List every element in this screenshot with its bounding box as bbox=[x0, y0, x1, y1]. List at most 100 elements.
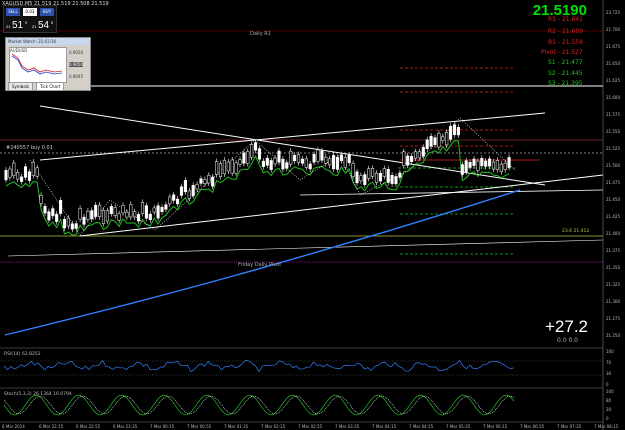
market-watch-title[interactable]: Market Watch: 21:03:16 bbox=[6, 38, 90, 45]
candle-body bbox=[312, 154, 316, 163]
order-label: #240557 buy 0.01 bbox=[6, 145, 53, 151]
x-tick-label: 6 Mar 22:15 bbox=[39, 424, 64, 429]
mini-price-1: 0.9050 bbox=[69, 50, 83, 55]
x-tick-label: 7 Mar 06:55 bbox=[520, 424, 545, 429]
candle-body bbox=[472, 158, 476, 166]
candle-body bbox=[51, 208, 55, 217]
x-tick-label: 7 Mar 03:35 bbox=[335, 424, 360, 429]
y-tick-label: 21.600 bbox=[606, 95, 620, 100]
candle-body bbox=[211, 176, 215, 187]
candle-body bbox=[179, 186, 184, 196]
candle-body bbox=[12, 162, 16, 177]
candle-body bbox=[257, 148, 262, 160]
candle-body bbox=[74, 223, 78, 229]
candle-body bbox=[172, 194, 176, 201]
candle-body bbox=[390, 174, 394, 184]
candle-body bbox=[277, 150, 281, 163]
buy-button[interactable]: BUY bbox=[40, 8, 54, 16]
candle-body bbox=[468, 161, 472, 168]
candle-body bbox=[82, 216, 86, 225]
candle-body bbox=[121, 205, 125, 214]
candle-body bbox=[308, 163, 312, 170]
candle-body bbox=[410, 155, 414, 162]
profit-sub: 0.0 0.0 bbox=[557, 337, 578, 344]
candle-body bbox=[304, 158, 308, 168]
y-tick-label: 21.675 bbox=[606, 44, 620, 49]
candle-body bbox=[476, 160, 480, 171]
candle-body bbox=[8, 168, 12, 178]
tab-symbols[interactable]: Symbols bbox=[8, 82, 33, 91]
candle-body bbox=[289, 150, 293, 165]
candle-body bbox=[16, 172, 20, 180]
candle-body bbox=[101, 209, 106, 224]
y-tick-label: 21.475 bbox=[606, 180, 620, 185]
y-tick-label: 21.400 bbox=[606, 231, 620, 236]
candle-body bbox=[226, 161, 230, 172]
candle-body bbox=[359, 175, 363, 182]
ask-int: 21 bbox=[32, 24, 37, 29]
candle-body bbox=[351, 163, 355, 177]
y-tick-label: 21.625 bbox=[606, 78, 620, 83]
sell-button[interactable]: SELL bbox=[6, 8, 20, 16]
candle-body bbox=[347, 154, 351, 164]
candle-body bbox=[265, 157, 269, 166]
stoch-signal-line bbox=[3, 395, 515, 415]
x-tick-label: 7 Mar 00:55 bbox=[187, 424, 212, 429]
tab-tick-chart[interactable]: Tick Chart bbox=[36, 82, 65, 91]
candle-body bbox=[398, 172, 402, 178]
stoch-tick: 100 bbox=[606, 389, 614, 394]
candle-body bbox=[160, 206, 164, 212]
candle-body bbox=[113, 207, 117, 216]
candle-body bbox=[343, 157, 347, 168]
ask-pips: 54 bbox=[38, 20, 50, 31]
x-tick-label: 6 Mar 2014 bbox=[2, 424, 25, 429]
candle-body bbox=[137, 214, 141, 222]
x-tick-label: 7 Mar 07:35 bbox=[557, 424, 582, 429]
candle-body bbox=[78, 208, 82, 220]
candle-body bbox=[285, 162, 289, 169]
candle-body bbox=[382, 168, 386, 177]
candle-body bbox=[254, 142, 258, 151]
candle-body bbox=[328, 158, 332, 166]
lot-size-input[interactable]: 0.03 bbox=[23, 8, 37, 16]
one-click-trade-panel: SELL 0.03 BUY 21 51 9 21 54 5 bbox=[3, 5, 57, 33]
y-tick-label: 21.275 bbox=[606, 316, 620, 321]
candle-body bbox=[43, 206, 47, 214]
candle-body bbox=[222, 159, 226, 175]
rsi-tick: 100 bbox=[606, 349, 614, 354]
candle-body bbox=[296, 154, 301, 163]
candle-body bbox=[339, 154, 343, 162]
candle-body bbox=[495, 160, 499, 170]
y-tick-label: 21.375 bbox=[606, 248, 620, 253]
candle-body bbox=[406, 155, 410, 166]
candle-body bbox=[417, 151, 421, 159]
candle-body bbox=[20, 176, 24, 182]
candle-body bbox=[129, 204, 133, 218]
candle-body bbox=[117, 213, 121, 221]
pivot-main: Pivot - 21.527 bbox=[541, 49, 583, 56]
pivot-s2: S2 - 21.445 bbox=[548, 70, 583, 77]
y-tick-label: 21.450 bbox=[606, 197, 620, 202]
candle-body bbox=[168, 196, 172, 205]
candle-body bbox=[316, 149, 320, 162]
y-tick-label: 21.525 bbox=[606, 146, 620, 151]
bid-pips: 51 bbox=[12, 20, 24, 31]
pivot-s3: S3 - 21.395 bbox=[548, 80, 583, 87]
candle-body bbox=[293, 154, 297, 162]
x-tick-label: 7 Mar 01:35 bbox=[224, 424, 249, 429]
candle-body bbox=[320, 150, 324, 161]
candle-body bbox=[70, 223, 74, 230]
candle-body bbox=[144, 205, 148, 219]
market-watch-window[interactable]: Market Watch: 21:03:16 AUDUSD 0.9050 0.9… bbox=[5, 37, 91, 91]
candle-body bbox=[242, 152, 246, 164]
candle-body bbox=[507, 157, 511, 168]
y-tick-label: 21.500 bbox=[606, 163, 620, 168]
candle-body bbox=[187, 190, 191, 199]
price-chart[interactable]: 23.725 21.700 21.675 21.650 21.625 21.600 21.5… bbox=[0, 0, 625, 430]
x-tick-label: 7 Mar 02:15 bbox=[261, 424, 286, 429]
candle-body bbox=[140, 202, 145, 214]
candle-body bbox=[31, 161, 35, 176]
x-tick-label: 7 Mar 06:15 bbox=[483, 424, 508, 429]
x-tick-label: 7 Mar 00:15 bbox=[150, 424, 175, 429]
candle-body bbox=[273, 157, 277, 165]
